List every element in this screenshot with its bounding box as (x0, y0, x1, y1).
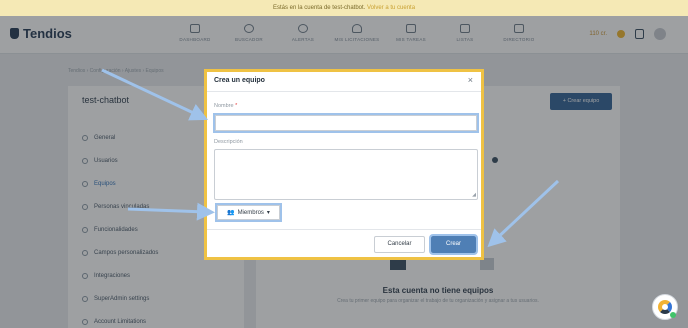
banner-text: Estás en la cuenta de test-chatbot. (272, 5, 366, 11)
users-icon: 👥 (227, 210, 235, 216)
required-marker: * (235, 103, 238, 109)
name-label: Nombre * (214, 103, 238, 109)
back-to-account-link[interactable]: Volver a tu cuenta (367, 5, 415, 11)
close-icon[interactable]: × (468, 75, 473, 85)
create-button[interactable]: Crear (429, 234, 478, 255)
chat-widget-button[interactable] (652, 294, 678, 320)
description-label: Descripción (214, 139, 243, 145)
create-team-modal: Crea un equipo × Nombre * Descripción ◢ … (204, 69, 484, 260)
members-label: Miembros (237, 209, 264, 216)
resize-handle-icon[interactable]: ◢ (472, 192, 476, 198)
chevron-down-icon: ▾ (266, 210, 270, 216)
cancel-button[interactable]: Cancelar (374, 236, 425, 253)
modal-footer-divider (207, 229, 481, 230)
modal-title: Crea un equipo (214, 77, 265, 84)
modal-header: Crea un equipo × (207, 72, 481, 92)
team-description-textarea[interactable]: ◢ (214, 149, 478, 200)
online-status-icon (670, 312, 676, 318)
account-banner: Estás en la cuenta de test-chatbot. Volv… (0, 0, 688, 16)
team-name-input[interactable] (213, 113, 479, 133)
members-dropdown-button[interactable]: 👥 Miembros ▾ (215, 203, 282, 222)
